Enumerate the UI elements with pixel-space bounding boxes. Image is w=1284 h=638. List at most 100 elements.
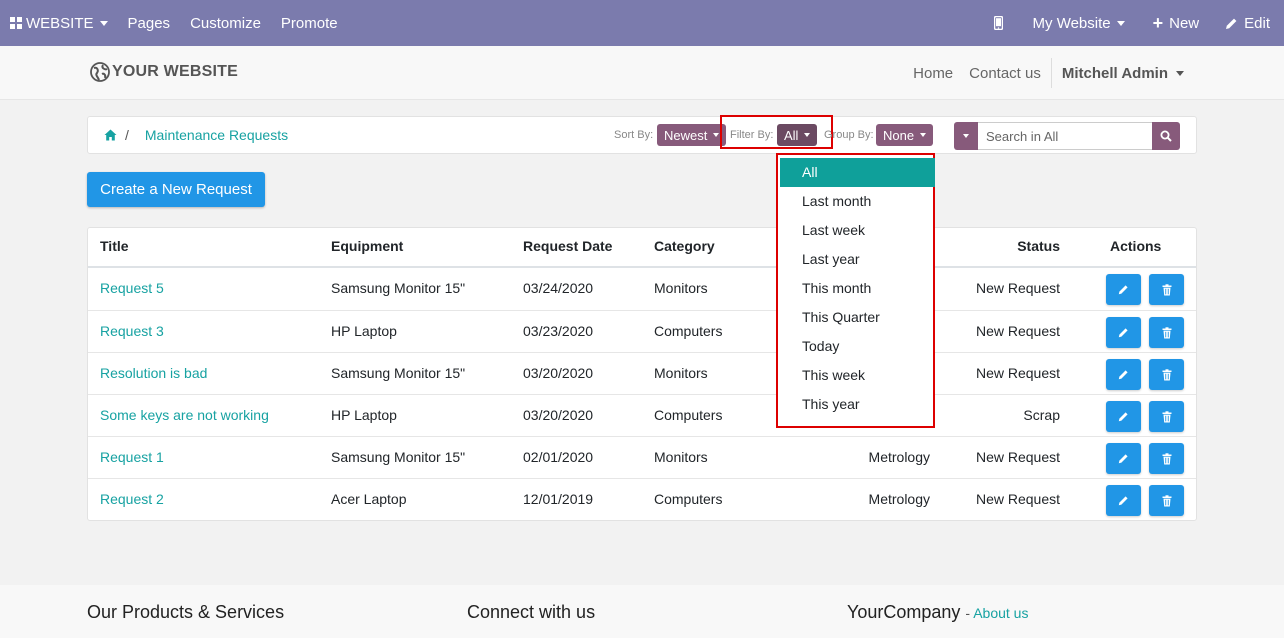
menu-pages[interactable]: Pages (118, 0, 181, 46)
sort-dropdown[interactable]: Newest (657, 124, 727, 146)
menu-promote[interactable]: Promote (271, 0, 348, 46)
category-cell: Monitors (654, 365, 708, 381)
equipment-cell: Samsung Monitor 15" (331, 280, 466, 296)
filter-option-last-month[interactable]: Last month (802, 193, 871, 209)
search-button[interactable] (1152, 122, 1180, 150)
edit-request-button[interactable] (1106, 274, 1141, 305)
category-cell: Monitors (654, 449, 708, 465)
table-row: Request 1 Samsung Monitor 15" 02/01/2020 Mo… (88, 436, 1196, 478)
user-name: Mitchell Admin (1061, 64, 1168, 82)
category-cell: Computers (654, 491, 723, 507)
footer-products-title: Our Products & Services (87, 602, 285, 622)
search-group (954, 122, 1180, 150)
site-footer: Our Products & Services Connect with us … (0, 585, 1284, 638)
delete-request-button[interactable] (1149, 443, 1184, 474)
request-title-link[interactable]: Request 1 (100, 449, 164, 465)
footer-company-name: YourCompany (847, 602, 961, 622)
footer-connect-title: Connect with us (467, 602, 596, 622)
equipment-cell: Samsung Monitor 15" (331, 449, 466, 465)
status-cell: New Request (975, 365, 1060, 381)
filter-option-this-quarter[interactable]: This Quarter (802, 309, 880, 325)
pencil-icon (1118, 412, 1128, 422)
website-menu-label: WEBSITE (26, 14, 94, 32)
table-row: Resolution is bad Samsung Monitor 15" 03/2… (88, 352, 1196, 394)
my-website-dropdown[interactable]: My Website (1019, 0, 1139, 46)
request-title-link[interactable]: Request 5 (100, 280, 164, 296)
request-date-cell: 12/01/2019 (523, 491, 594, 507)
website-menu-button[interactable]: WEBSITE (0, 0, 118, 46)
edit-button[interactable]: Edit (1213, 0, 1284, 46)
edit-request-button[interactable] (1106, 485, 1141, 516)
filter-option-this-week[interactable]: This week (802, 367, 865, 383)
group-dropdown[interactable]: None (876, 124, 934, 146)
pencil-icon (1226, 18, 1237, 29)
breadcrumb: / Maintenance Requests (104, 127, 288, 143)
delete-request-button[interactable] (1149, 274, 1184, 305)
trash-icon (1162, 326, 1171, 338)
request-title-link[interactable]: Some keys are not working (100, 407, 269, 423)
status-cell: Scrap (1023, 407, 1060, 423)
chevron-down-icon (713, 133, 720, 137)
new-button[interactable]: + New (1139, 0, 1214, 46)
delete-request-button[interactable] (1149, 317, 1184, 348)
nav-divider (1050, 58, 1052, 88)
site-logo[interactable]: YOUR WEBSITE (90, 62, 238, 82)
edit-request-button[interactable] (1106, 401, 1141, 432)
col-title-header: Title (100, 238, 129, 254)
delete-request-button[interactable] (1149, 401, 1184, 432)
col-equipment-header: Equipment (331, 238, 404, 254)
request-title-link[interactable]: Resolution is bad (100, 365, 207, 381)
table-row: Request 3 HP Laptop 03/23/2020 Computers New… (88, 310, 1196, 352)
edit-request-button[interactable] (1106, 317, 1141, 348)
requests-table: Title Equipment Request Date Category St… (87, 227, 1197, 521)
breadcrumb-maintenance-requests[interactable]: Maintenance Requests (145, 127, 288, 143)
main-nav: Home Contact us Mitchell Admin (905, 46, 1192, 100)
sort-value: Newest (664, 127, 708, 143)
home-icon[interactable] (104, 129, 117, 141)
nav-home[interactable]: Home (905, 65, 961, 82)
request-date-cell: 03/23/2020 (523, 323, 594, 339)
pencil-icon (1118, 285, 1128, 295)
search-options-toggle[interactable] (954, 122, 978, 150)
sort-by-label: Sort By: (614, 129, 654, 141)
delete-request-button[interactable] (1149, 359, 1184, 390)
pencil-icon (1118, 454, 1128, 464)
user-menu[interactable]: Mitchell Admin (1054, 65, 1192, 82)
filter-option-this-year[interactable]: This year (802, 396, 860, 412)
category-cell: Computers (654, 407, 723, 423)
search-icon (1160, 130, 1172, 142)
trash-icon (1162, 494, 1171, 506)
filter-option-today[interactable]: Today (802, 338, 839, 354)
pencil-icon (1118, 496, 1128, 506)
request-date-cell: 02/01/2020 (523, 449, 594, 465)
team-cell: Metrology (868, 449, 930, 465)
filter-option-all[interactable]: All (780, 158, 935, 187)
status-cell: New Request (975, 449, 1060, 465)
status-cell: New Request (975, 491, 1060, 507)
request-title-link[interactable]: Request 3 (100, 323, 164, 339)
request-title-link[interactable]: Request 2 (100, 491, 164, 507)
chevron-down-icon (963, 134, 969, 138)
status-cell: New Request (975, 280, 1060, 296)
filter-option-last-year[interactable]: Last year (802, 251, 860, 267)
footer-about-us-link[interactable]: About us (973, 605, 1028, 621)
filter-option-this-month[interactable]: This month (802, 280, 871, 296)
chevron-down-icon (1176, 70, 1184, 76)
table-row: Request 2 Acer Laptop 12/01/2019 Computers M… (88, 478, 1196, 520)
mobile-phone-icon (993, 16, 1003, 30)
chevron-down-icon (1116, 20, 1125, 26)
create-request-button[interactable]: Create a New Request (87, 172, 265, 207)
mobile-preview-button[interactable] (978, 0, 1019, 46)
nav-contact-us[interactable]: Contact us (961, 65, 1049, 82)
menu-customize[interactable]: Customize (180, 0, 271, 46)
delete-request-button[interactable] (1149, 485, 1184, 516)
equipment-cell: HP Laptop (331, 323, 397, 339)
pencil-icon (1118, 370, 1128, 380)
edit-request-button[interactable] (1106, 443, 1141, 474)
search-input[interactable] (978, 122, 1152, 150)
edit-request-button[interactable] (1106, 359, 1141, 390)
category-cell: Monitors (654, 280, 708, 296)
plus-icon: + (1152, 13, 1164, 33)
filter-option-last-week[interactable]: Last week (802, 222, 865, 238)
request-date-cell: 03/20/2020 (523, 365, 594, 381)
